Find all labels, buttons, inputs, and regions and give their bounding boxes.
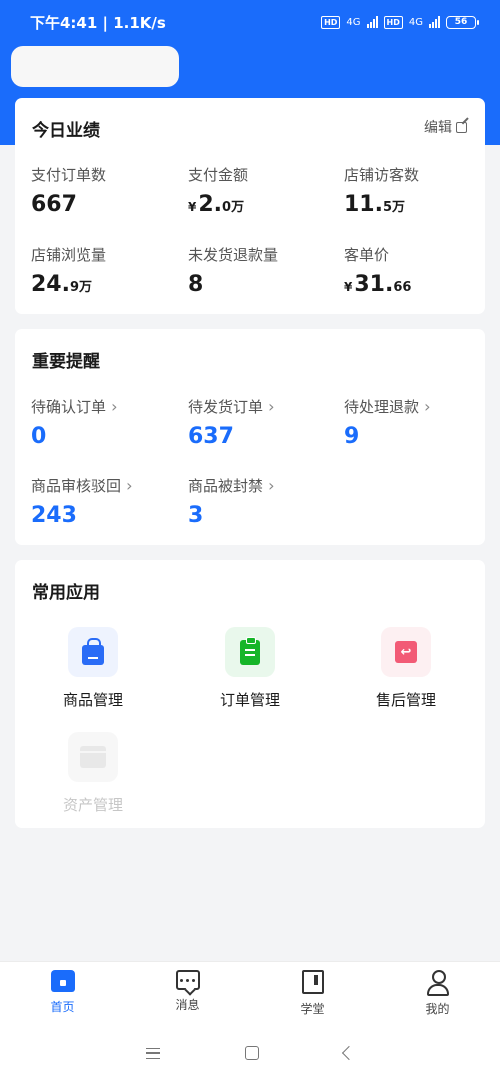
alert-label: 待发货订单 — [188, 396, 275, 417]
metric-label: 客单价 — [344, 246, 390, 264]
metric-label: 店铺浏览量 — [31, 246, 107, 264]
alert-products-banned[interactable]: 商品被封禁 3 — [188, 475, 275, 528]
metric-label: 支付金额 — [188, 166, 249, 184]
metric-value: ¥2.0万 — [188, 192, 245, 217]
alert-label: 待处理退款 — [344, 396, 431, 417]
edit-button[interactable]: 编辑 — [424, 117, 467, 137]
app-label: 售后管理 — [375, 691, 436, 709]
alert-value: 9 — [344, 424, 360, 449]
status-icons: HD 4G HD 4G 56 — [321, 15, 479, 29]
alert-label: 商品被封禁 — [188, 475, 275, 496]
tab-home[interactable]: 首页 — [0, 962, 125, 1023]
hd-badge: HD — [321, 15, 341, 29]
metric-value: 8 — [188, 272, 204, 297]
edit-icon — [456, 121, 467, 133]
wallet-icon — [68, 732, 118, 782]
shopping-bag-icon — [68, 627, 118, 677]
metric-page-views: 店铺浏览量 24.9万 — [31, 244, 106, 297]
alert-pending-ship[interactable]: 待发货订单 637 — [188, 396, 275, 449]
metric-label: 店铺访客数 — [344, 166, 420, 184]
clipboard-icon — [225, 627, 275, 677]
tab-academy[interactable]: 学堂 — [250, 962, 375, 1023]
network-label: 4G — [346, 16, 361, 28]
alerts-card: 重要提醒 待确认订单 0 待发货订单 637 待处理退款 9 商品审核驳回 24… — [15, 329, 485, 545]
tab-label: 我的 — [425, 1002, 450, 1016]
app-asset-management[interactable]: 资产管理 — [33, 732, 153, 815]
performance-card: 今日业绩 编辑 支付订单数 667 支付金额 ¥2.0万 店铺访客数 11.5万… — [15, 98, 485, 314]
alert-pending-confirm[interactable]: 待确认订单 0 — [31, 396, 118, 449]
alert-value: 3 — [188, 503, 204, 528]
hd-badge-2: HD — [383, 15, 403, 29]
metric-unshipped-refunds: 未发货退款量 8 — [188, 244, 278, 297]
metric-value: 667 — [31, 192, 77, 217]
home-icon — [50, 970, 75, 992]
return-icon: ↩ — [381, 627, 431, 677]
tab-label: 首页 — [50, 1000, 75, 1014]
tab-label: 学堂 — [300, 1002, 325, 1016]
metric-value: ¥31.66 — [344, 272, 412, 297]
alert-value: 637 — [188, 424, 234, 449]
alert-label: 商品审核驳回 — [31, 475, 133, 496]
metric-label: 支付订单数 — [31, 166, 107, 184]
tab-messages[interactable]: 消息 — [125, 962, 250, 1023]
status-time: 下午4:41 | 1.1K/s — [30, 13, 166, 32]
apps-title: 常用应用 — [32, 583, 100, 603]
app-label: 资产管理 — [62, 796, 123, 814]
app-order-management[interactable]: 订单管理 — [190, 627, 310, 710]
metric-value: 24.9万 — [31, 272, 93, 297]
menu-icon[interactable] — [146, 1047, 160, 1059]
alert-value: 243 — [31, 503, 77, 528]
metric-avg-order-value: 客单价 ¥31.66 — [344, 244, 411, 297]
signal-icon-2 — [429, 16, 440, 28]
alert-value: 0 — [31, 424, 47, 449]
book-icon — [301, 970, 324, 994]
message-icon — [175, 970, 200, 990]
tab-profile[interactable]: 我的 — [375, 962, 500, 1023]
app-label: 订单管理 — [219, 691, 280, 709]
edit-label: 编辑 — [424, 120, 452, 136]
alerts-title: 重要提醒 — [32, 352, 100, 372]
tab-label: 消息 — [175, 998, 200, 1012]
metric-label: 未发货退款量 — [188, 246, 279, 264]
back-icon[interactable] — [341, 1045, 357, 1061]
battery-icon: 56 — [446, 15, 479, 29]
performance-title: 今日业绩 — [32, 121, 100, 141]
status-bar: 下午4:41 | 1.1K/s HD 4G HD 4G 56 — [0, 0, 500, 44]
metric-paid-amount: 支付金额 ¥2.0万 — [188, 164, 248, 217]
network-label-2: 4G — [408, 16, 423, 28]
apps-card: 常用应用 商品管理 订单管理 ↩ 售后管理 资产管理 — [15, 560, 485, 828]
alert-label: 待确认订单 — [31, 396, 118, 417]
app-label: 商品管理 — [62, 691, 123, 709]
app-product-management[interactable]: 商品管理 — [33, 627, 153, 710]
alert-review-rejected[interactable]: 商品审核驳回 243 — [31, 475, 133, 528]
metric-value: 11.5万 — [344, 192, 406, 217]
signal-icon — [366, 16, 378, 28]
metric-paid-orders: 支付订单数 667 — [31, 164, 106, 217]
tab-bar: 首页 消息 学堂 我的 — [0, 961, 500, 1023]
system-nav-bar — [0, 1023, 500, 1083]
user-icon — [426, 970, 450, 996]
home-square-icon[interactable] — [245, 1046, 259, 1060]
app-aftersales-management[interactable]: ↩ 售后管理 — [346, 627, 466, 710]
alert-pending-refund[interactable]: 待处理退款 9 — [344, 396, 431, 449]
metric-visitors: 店铺访客数 11.5万 — [344, 164, 419, 217]
shop-selector[interactable] — [11, 46, 179, 87]
